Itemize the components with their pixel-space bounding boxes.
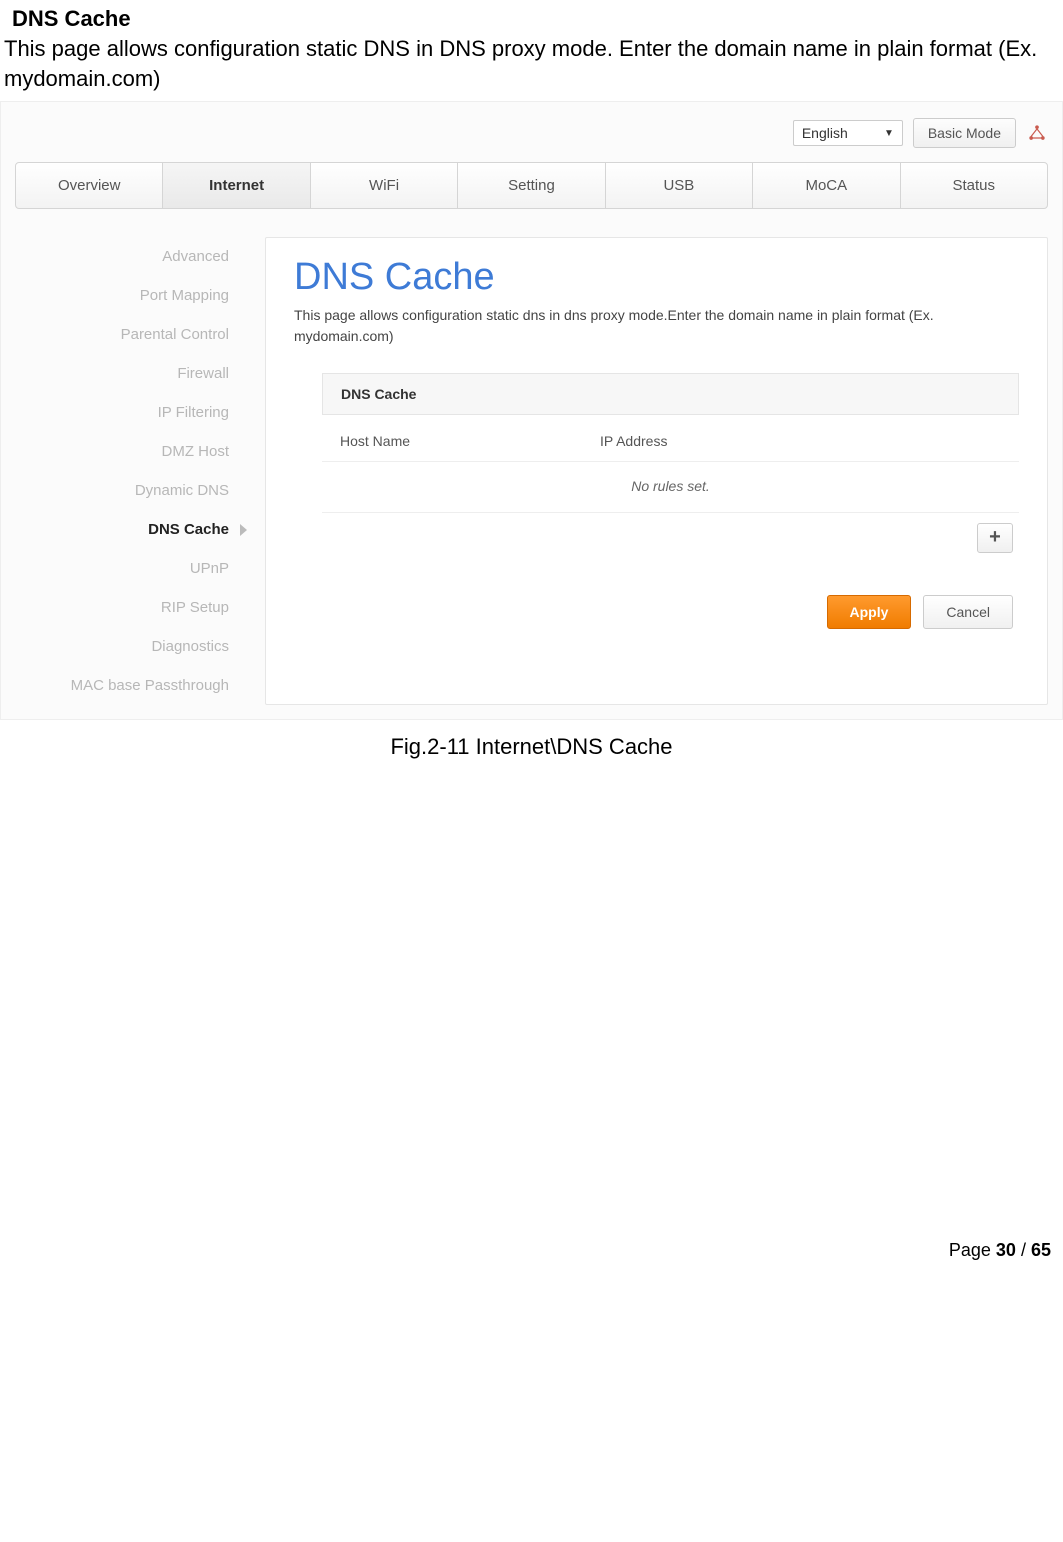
sidebar-item-diagnostics[interactable]: Diagnostics — [15, 627, 247, 666]
tab-internet[interactable]: Internet — [163, 163, 310, 208]
figure-caption: Fig.2-11 Internet\DNS Cache — [0, 734, 1063, 760]
tab-usb[interactable]: USB — [606, 163, 753, 208]
tab-setting[interactable]: Setting — [458, 163, 605, 208]
page-description: This page allows configuration static dn… — [294, 305, 974, 347]
sidebar-item-parental-control[interactable]: Parental Control — [15, 315, 247, 354]
column-ip-address: IP Address — [600, 433, 1001, 449]
sidebar-item-port-mapping[interactable]: Port Mapping — [15, 276, 247, 315]
tab-wifi[interactable]: WiFi — [311, 163, 458, 208]
tab-overview[interactable]: Overview — [16, 163, 163, 208]
screenshot-container: English Basic Mode Overview Internet WiF… — [0, 101, 1063, 720]
network-nodes-icon[interactable] — [1026, 122, 1048, 144]
section-header: DNS Cache — [322, 373, 1019, 415]
language-select[interactable]: English — [793, 120, 903, 146]
tab-status[interactable]: Status — [901, 163, 1047, 208]
sidebar-item-ip-filtering[interactable]: IP Filtering — [15, 393, 247, 432]
nav-tabs: Overview Internet WiFi Setting USB MoCA … — [15, 162, 1048, 209]
column-host-name: Host Name — [340, 433, 600, 449]
sidebar-item-advanced[interactable]: Advanced — [15, 237, 247, 276]
page-total: 65 — [1031, 1240, 1051, 1260]
sidebar-item-mac-passthrough[interactable]: MAC base Passthrough — [15, 666, 247, 705]
content-pane: DNS Cache This page allows configuration… — [265, 237, 1048, 705]
add-rule-button[interactable]: + — [977, 523, 1013, 553]
sidebar: Advanced Port Mapping Parental Control F… — [15, 237, 265, 705]
sidebar-item-dynamic-dns[interactable]: Dynamic DNS — [15, 471, 247, 510]
sidebar-item-rip-setup[interactable]: RIP Setup — [15, 588, 247, 627]
sidebar-item-firewall[interactable]: Firewall — [15, 354, 247, 393]
page-sep: / — [1016, 1240, 1031, 1260]
top-bar: English Basic Mode — [15, 112, 1048, 162]
basic-mode-button[interactable]: Basic Mode — [913, 118, 1016, 148]
doc-section-heading: DNS Cache — [0, 0, 1063, 34]
empty-state-text: No rules set. — [322, 462, 1019, 513]
page-title: DNS Cache — [294, 256, 1019, 299]
sidebar-item-dmz-host[interactable]: DMZ Host — [15, 432, 247, 471]
tab-moca[interactable]: MoCA — [753, 163, 900, 208]
language-value: English — [802, 125, 848, 141]
table-header: Host Name IP Address — [322, 415, 1019, 462]
sidebar-item-dns-cache[interactable]: DNS Cache — [15, 510, 247, 549]
cancel-button[interactable]: Cancel — [923, 595, 1013, 629]
apply-button[interactable]: Apply — [827, 595, 912, 629]
page-current: 30 — [996, 1240, 1016, 1260]
page-footer: Page 30 / 65 — [0, 760, 1063, 1281]
sidebar-item-upnp[interactable]: UPnP — [15, 549, 247, 588]
page-label-prefix: Page — [949, 1240, 996, 1260]
doc-intro-text: This page allows configuration static DN… — [0, 34, 1063, 101]
